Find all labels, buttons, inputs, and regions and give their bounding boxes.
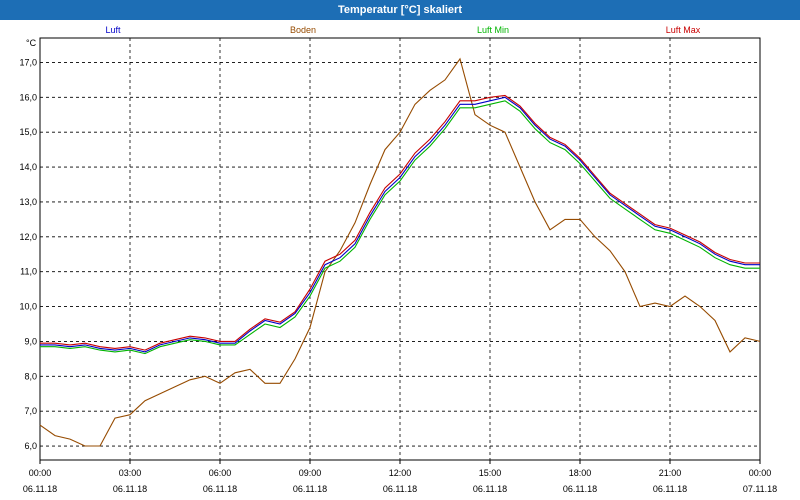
x-tick-date: 06.11.18 — [203, 484, 237, 494]
y-tick-label: 14,0 — [19, 162, 37, 172]
x-tick-time: 09:00 — [299, 468, 322, 478]
x-tick-date: 06.11.18 — [113, 484, 147, 494]
x-tick-date: 06.11.18 — [293, 484, 327, 494]
temperature-chart: Luft Boden Luft Min Luft Max °C 6,0 7,0 8,0 9,0… — [19, 25, 777, 494]
y-tick-label: 10,0 — [19, 302, 37, 312]
x-tick-time: 00:00 — [749, 468, 772, 478]
y-tick-label: 9,0 — [24, 336, 37, 346]
series-line-luft-max — [40, 94, 760, 351]
x-tick-time: 12:00 — [389, 468, 412, 478]
x-tick-time: 18:00 — [569, 468, 592, 478]
legend-item: Luft Min — [477, 25, 509, 35]
legend-item: Luft — [105, 25, 121, 35]
y-tick-label: 15,0 — [19, 127, 37, 137]
y-tick-label: 6,0 — [24, 441, 37, 451]
y-tick-label: 12,0 — [19, 232, 37, 242]
y-tick-label: 13,0 — [19, 197, 37, 207]
y-tick-label: 11,0 — [20, 267, 37, 277]
y-tick-label: 17,0 — [19, 57, 37, 67]
x-axis: 00:00 06.11.18 03:00 06.11.18 06:00 06.11.18 0… — [23, 460, 777, 494]
y-axis: °C 6,0 7,0 8,0 9,0 10,0 11,0 12,0 13,0 14,0 15,0 16… — [19, 38, 37, 451]
x-tick-date: 06.11.18 — [653, 484, 687, 494]
legend-item: Boden — [290, 25, 316, 35]
x-tick-time: 15:00 — [479, 468, 502, 478]
x-tick-date: 06.11.18 — [563, 484, 597, 494]
legend-item: Luft Max — [666, 25, 701, 35]
x-tick-time: 06:00 — [209, 468, 232, 478]
window-title: Temperatur [°C] skaliert — [0, 0, 800, 20]
x-tick-time: 21:00 — [659, 468, 682, 478]
y-axis-unit: °C — [26, 38, 37, 48]
grid — [40, 38, 760, 460]
x-tick-date: 07.11.18 — [743, 484, 777, 494]
x-tick-date: 06.11.18 — [23, 484, 57, 494]
x-tick-time: 00:00 — [29, 468, 52, 478]
x-tick-date: 06.11.18 — [473, 484, 507, 494]
y-tick-label: 7,0 — [24, 406, 37, 416]
chart-window: Temperatur [°C] skaliert Luft Boden Luft M… — [0, 0, 800, 500]
x-tick-date: 06.11.18 — [383, 484, 417, 494]
y-tick-label: 8,0 — [24, 371, 37, 381]
x-tick-time: 03:00 — [119, 468, 142, 478]
legend: Luft Boden Luft Min Luft Max — [105, 25, 700, 35]
y-tick-label: 16,0 — [19, 92, 37, 102]
